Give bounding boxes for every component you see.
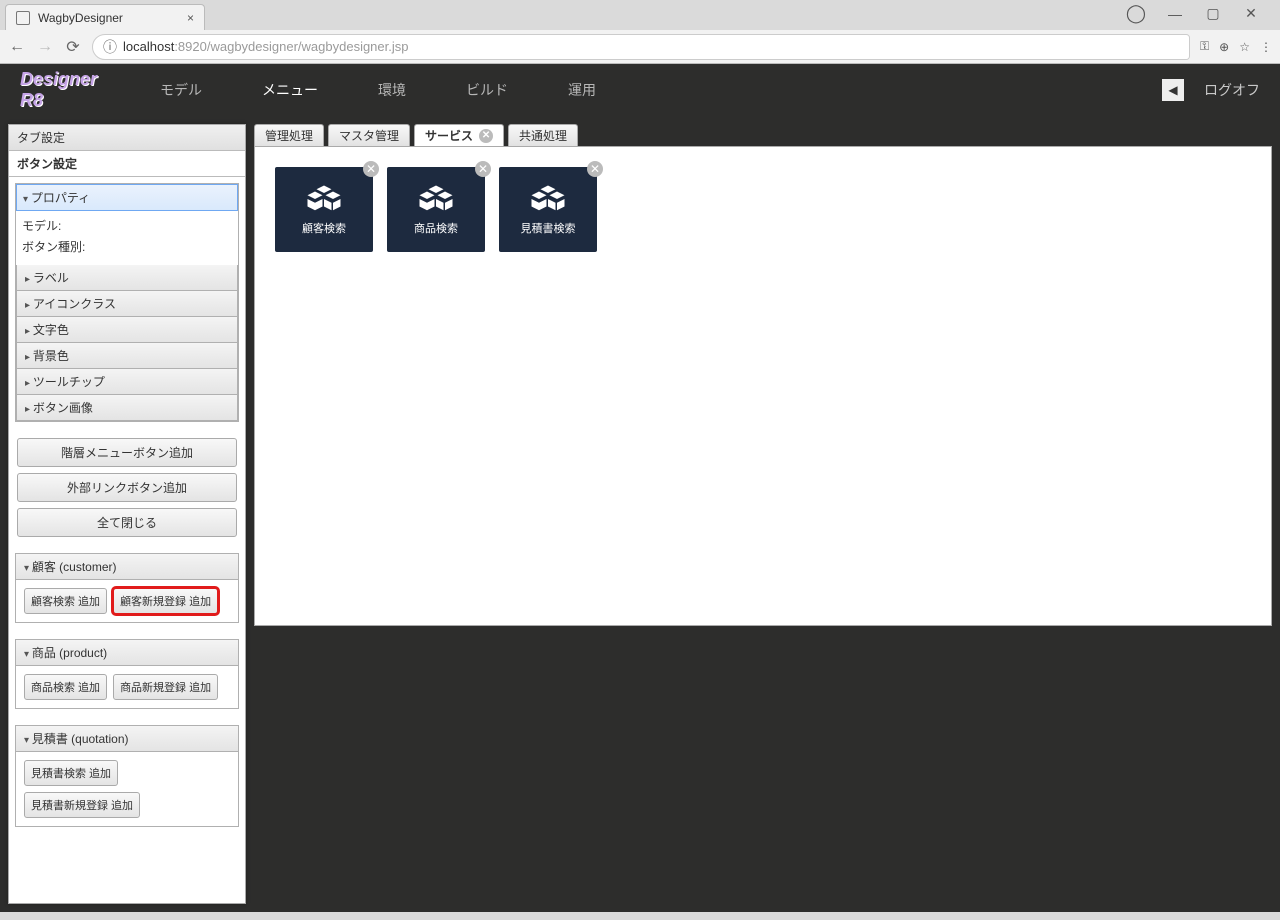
logoff-link[interactable]: ログオフ bbox=[1204, 80, 1260, 100]
model-quotation-head[interactable]: 見積書 (quotation) bbox=[15, 725, 239, 752]
left-panel: タブ設定 ボタン設定 プロパティ モデル: ボタン種別: ラベル アイコンクラス… bbox=[8, 124, 246, 904]
window-controls: ◯ — ▢ ✕ bbox=[1126, 3, 1280, 30]
nav-build[interactable]: ビルド bbox=[466, 80, 508, 100]
main-area: タブ設定 ボタン設定 プロパティ モデル: ボタン種別: ラベル アイコンクラス… bbox=[0, 116, 1280, 912]
prop-bgcolor[interactable]: 背景色 bbox=[16, 343, 238, 369]
star-icon[interactable]: ☆ bbox=[1239, 40, 1250, 54]
property-sublabels: モデル: ボタン種別: bbox=[16, 211, 238, 265]
nav-env[interactable]: 環境 bbox=[378, 80, 406, 100]
model-quotation: 見積書 (quotation) 見積書検索 追加 見積書新規登録 追加 bbox=[15, 725, 239, 827]
tile-product-search[interactable]: ✕ 商品検索 bbox=[387, 167, 485, 252]
btn-customer-search-add[interactable]: 顧客検索 追加 bbox=[24, 588, 107, 614]
logo: Designer R8 bbox=[20, 72, 120, 108]
btn-add-external-link[interactable]: 外部リンクボタン追加 bbox=[17, 473, 237, 502]
model-product-head[interactable]: 商品 (product) bbox=[15, 639, 239, 666]
info-icon[interactable]: ⓘ bbox=[103, 37, 117, 57]
prop-tooltip[interactable]: ツールチップ bbox=[16, 369, 238, 395]
box-stack-icon bbox=[306, 184, 342, 214]
btn-quotation-register-add[interactable]: 見積書新規登録 追加 bbox=[24, 792, 140, 818]
left-tab-button-settings[interactable]: ボタン設定 bbox=[9, 151, 245, 177]
nav-items: モデル メニュー 環境 ビルド 運用 bbox=[160, 80, 596, 100]
close-window-icon[interactable]: ✕ bbox=[1242, 5, 1260, 22]
property-header[interactable]: プロパティ bbox=[16, 184, 238, 211]
prop-textcolor[interactable]: 文字色 bbox=[16, 317, 238, 343]
panel-toggle-icon[interactable]: ◀ bbox=[1162, 79, 1184, 101]
back-icon[interactable]: ← bbox=[8, 38, 26, 56]
box-stack-icon bbox=[530, 184, 566, 214]
btn-product-search-add[interactable]: 商品検索 追加 bbox=[24, 674, 107, 700]
favicon-icon bbox=[16, 11, 30, 25]
btn-close-all[interactable]: 全て閉じる bbox=[17, 508, 237, 537]
browser-tab[interactable]: WagbyDesigner × bbox=[5, 4, 205, 30]
nav-operate[interactable]: 運用 bbox=[568, 80, 596, 100]
tile-quotation-search[interactable]: ✕ 見積書検索 bbox=[499, 167, 597, 252]
addressbar-right-icons: ⚿ ⊕ ☆ ⋮ bbox=[1200, 39, 1272, 54]
tab-title: WagbyDesigner bbox=[38, 11, 123, 25]
tile-close-icon[interactable]: ✕ bbox=[475, 161, 491, 177]
tab-service-close-icon[interactable]: ✕ bbox=[479, 129, 493, 143]
reload-icon[interactable]: ⟳ bbox=[64, 37, 82, 57]
btn-add-hierarchy[interactable]: 階層メニューボタン追加 bbox=[17, 438, 237, 467]
address-bar[interactable]: ⓘ localhost:8920/wagbydesigner/wagbydesi… bbox=[92, 34, 1190, 60]
browser-titlebar: WagbyDesigner × ◯ — ▢ ✕ bbox=[0, 0, 1280, 30]
tab-service[interactable]: サービス ✕ bbox=[414, 124, 504, 146]
tab-close-icon[interactable]: × bbox=[187, 11, 194, 25]
model-customer-head[interactable]: 顧客 (customer) bbox=[15, 553, 239, 580]
prop-label[interactable]: ラベル bbox=[16, 265, 238, 291]
zoom-icon[interactable]: ⊕ bbox=[1219, 40, 1229, 54]
left-body: プロパティ モデル: ボタン種別: ラベル アイコンクラス 文字色 背景色 ツー… bbox=[9, 177, 245, 833]
box-stack-icon bbox=[418, 184, 454, 214]
key-icon[interactable]: ⚿ bbox=[1200, 39, 1209, 54]
canvas: ✕ 顧客検索 ✕ 商品検索 ✕ 見積書検索 bbox=[254, 146, 1272, 626]
sublabel-buttontype: ボタン種別: bbox=[22, 238, 232, 255]
left-tab-tab-settings[interactable]: タブ設定 bbox=[9, 125, 245, 151]
property-list: ラベル アイコンクラス 文字色 背景色 ツールチップ ボタン画像 bbox=[16, 265, 238, 421]
tab-common[interactable]: 共通処理 bbox=[508, 124, 578, 146]
tile-close-icon[interactable]: ✕ bbox=[363, 161, 379, 177]
property-section: プロパティ モデル: ボタン種別: ラベル アイコンクラス 文字色 背景色 ツー… bbox=[15, 183, 239, 422]
nav-menu[interactable]: メニュー bbox=[262, 80, 318, 100]
tile-close-icon[interactable]: ✕ bbox=[587, 161, 603, 177]
maximize-icon[interactable]: ▢ bbox=[1204, 5, 1222, 22]
nav-model[interactable]: モデル bbox=[160, 80, 202, 100]
app-header: Designer R8 モデル メニュー 環境 ビルド 運用 ◀ ログオフ bbox=[0, 64, 1280, 116]
prop-iconclass[interactable]: アイコンクラス bbox=[16, 291, 238, 317]
model-customer: 顧客 (customer) 顧客検索 追加 顧客新規登録 追加 bbox=[15, 553, 239, 623]
prop-buttonimage[interactable]: ボタン画像 bbox=[16, 395, 238, 421]
tile-label: 見積書検索 bbox=[521, 220, 576, 236]
wide-button-group: 階層メニューボタン追加 外部リンクボタン追加 全て閉じる bbox=[15, 438, 239, 537]
tile-customer-search[interactable]: ✕ 顧客検索 bbox=[275, 167, 373, 252]
btn-product-register-add[interactable]: 商品新規登録 追加 bbox=[113, 674, 218, 700]
right-content: 管理処理 マスタ管理 サービス ✕ 共通処理 ✕ 顧客検索 ✕ 商品検索 ✕ bbox=[254, 124, 1272, 904]
below-canvas bbox=[254, 626, 1272, 904]
btn-customer-register-add[interactable]: 顧客新規登録 追加 bbox=[113, 588, 218, 614]
menu-icon[interactable]: ⋮ bbox=[1260, 40, 1272, 54]
minimize-icon[interactable]: — bbox=[1166, 6, 1184, 22]
forward-icon[interactable]: → bbox=[36, 38, 54, 56]
model-product: 商品 (product) 商品検索 追加 商品新規登録 追加 bbox=[15, 639, 239, 709]
tab-admin[interactable]: 管理処理 bbox=[254, 124, 324, 146]
sublabel-model: モデル: bbox=[22, 217, 232, 234]
tile-label: 商品検索 bbox=[414, 220, 458, 236]
header-right: ◀ ログオフ bbox=[1162, 79, 1260, 101]
user-icon[interactable]: ◯ bbox=[1126, 3, 1146, 24]
tile-label: 顧客検索 bbox=[302, 220, 346, 236]
btn-quotation-search-add[interactable]: 見積書検索 追加 bbox=[24, 760, 118, 786]
url-text: localhost:8920/wagbydesigner/wagbydesign… bbox=[123, 39, 409, 54]
content-tabs: 管理処理 マスタ管理 サービス ✕ 共通処理 bbox=[254, 124, 1272, 146]
tab-master[interactable]: マスタ管理 bbox=[328, 124, 410, 146]
address-row: ← → ⟳ ⓘ localhost:8920/wagbydesigner/wag… bbox=[0, 30, 1280, 64]
